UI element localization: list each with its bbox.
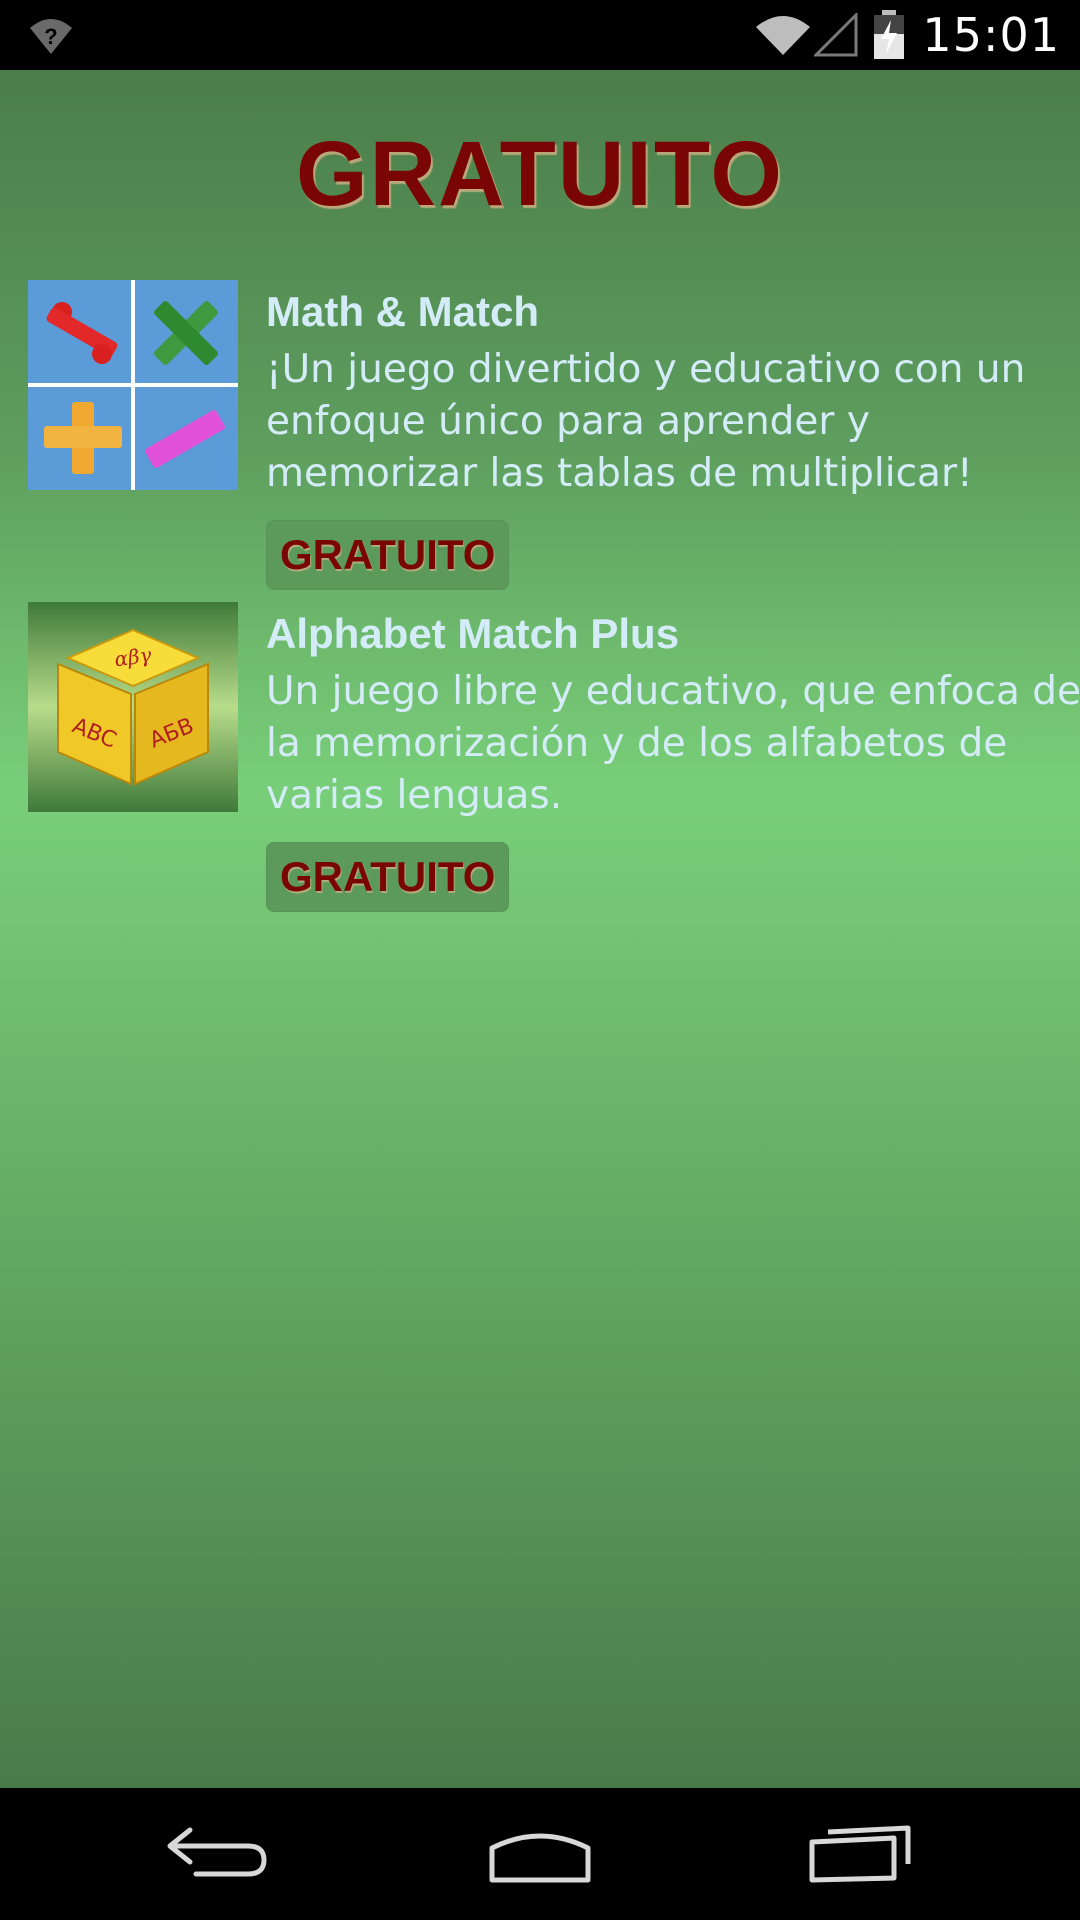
screen: ? 15:01 GRATUITO Math & Match ¡Un juego … xyxy=(0,0,1080,1920)
navigation-bar xyxy=(0,1788,1080,1920)
alphabet-cube-icon[interactable]: αβγ ABC AБB xyxy=(28,602,238,812)
cube-top-text: αβγ xyxy=(113,643,153,672)
signal-icon xyxy=(814,13,858,57)
clock: 15:01 xyxy=(922,8,1060,62)
home-icon[interactable] xyxy=(480,1818,600,1890)
free-button[interactable]: GRATUITO xyxy=(266,520,510,590)
app-name: Math & Match xyxy=(266,288,539,335)
app-name: Alphabet Match Plus xyxy=(266,610,680,657)
app-text: Math & Match ¡Un juego divertido y educa… xyxy=(266,280,1080,590)
battery-charging-icon xyxy=(874,10,905,59)
free-button[interactable]: GRATUITO xyxy=(266,842,510,912)
wifi-question-icon: ? xyxy=(30,19,72,54)
wifi-icon xyxy=(756,16,811,55)
svg-text:?: ? xyxy=(44,24,57,49)
status-bar: ? 15:01 xyxy=(0,0,1080,70)
status-icons: 15:01 xyxy=(754,0,1080,70)
back-icon[interactable] xyxy=(160,1818,280,1890)
app-description: Un juego libre y educativo, que enfoca d… xyxy=(266,669,1080,818)
app-text: Alphabet Match Plus Un juego libre y edu… xyxy=(266,602,1080,912)
math-symbols-icon[interactable] xyxy=(28,280,238,490)
app-description: ¡Un juego divertido y educativo con un e… xyxy=(266,347,1026,496)
recents-icon[interactable] xyxy=(800,1818,920,1890)
page-title: GRATUITO xyxy=(296,123,784,225)
app-list-screen: GRATUITO Math & Match ¡Un juego divertid… xyxy=(0,70,1080,1788)
